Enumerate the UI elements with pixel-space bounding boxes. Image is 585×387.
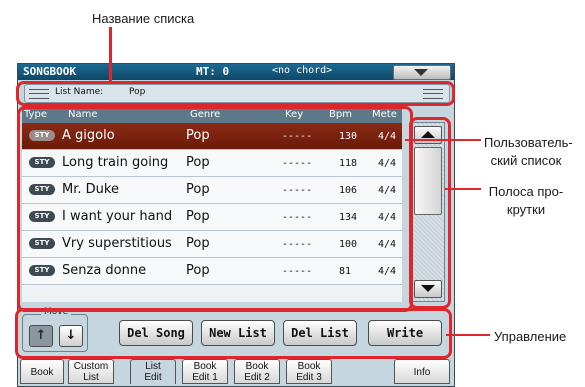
tab-label: Book: [245, 361, 269, 372]
page-title: SONGBOOK: [23, 65, 76, 78]
highlight-user-list: [17, 106, 413, 312]
tab-label: List: [145, 361, 161, 372]
annotation-scrollbar-line1: Полоса про-: [488, 184, 564, 199]
mt-indicator: MT: 0: [196, 65, 230, 78]
tab-label: Book: [30, 367, 54, 378]
page-menu-button[interactable]: [393, 65, 451, 80]
tab-label: Info: [413, 367, 431, 378]
tab-label: Edit 2: [244, 372, 270, 383]
tab-custom-list[interactable]: Custom List: [68, 359, 114, 384]
title-bar: SONGBOOK MT: 0 <no chord>: [18, 64, 454, 80]
tab-label: Book: [297, 361, 321, 372]
annotation-scrollbar: Полоса про- крутки: [484, 183, 568, 219]
dropdown-triangle-icon: [414, 69, 428, 76]
tab-list-edit[interactable]: List Edit: [130, 359, 176, 384]
annotation-controls: Управление: [494, 329, 567, 344]
tab-label: Edit: [144, 372, 162, 383]
tab-label: Custom: [73, 361, 109, 372]
tab-label: Edit 3: [296, 372, 322, 383]
tab-label: Book: [193, 361, 217, 372]
leader-line-controls: [446, 334, 490, 336]
tab-book-edit-1[interactable]: Book Edit 1: [182, 359, 228, 384]
annotation-user-list-line2: ский список: [490, 153, 562, 168]
tab-book[interactable]: Book: [20, 359, 64, 384]
tab-label: Edit 1: [192, 372, 218, 383]
highlight-controls: [15, 308, 452, 359]
tab-info[interactable]: Info: [394, 359, 450, 384]
tab-label: List: [83, 372, 99, 383]
leader-line-scrollbar: [445, 188, 481, 190]
annotation-scrollbar-line2: крутки: [506, 202, 546, 217]
annotation-user-list-line1: Пользователь-: [484, 135, 573, 150]
highlight-scrollbar: [409, 117, 451, 309]
tab-book-edit-2[interactable]: Book Edit 2: [234, 359, 280, 384]
tab-bar: Book Custom List List Edit Book Edit 1 Book…: [18, 358, 454, 386]
leader-line-user-list: [405, 139, 481, 141]
annotation-user-list: Пользователь- ский список: [484, 134, 573, 170]
annotation-list-name: Название списка: [92, 11, 195, 26]
tab-book-edit-3[interactable]: Book Edit 3: [286, 359, 332, 384]
leader-line-list-name: [109, 27, 112, 82]
highlight-list-name: [16, 81, 455, 106]
chord-indicator: <no chord>: [272, 65, 333, 76]
